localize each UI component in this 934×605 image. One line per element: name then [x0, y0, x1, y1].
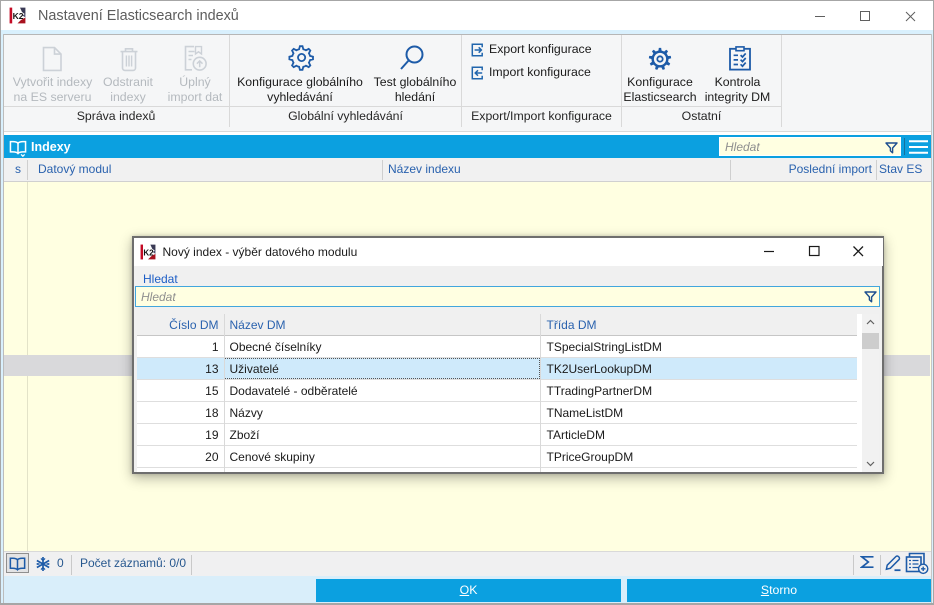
svg-text:K2: K2: [143, 248, 154, 257]
svg-text:K2: K2: [13, 11, 24, 21]
